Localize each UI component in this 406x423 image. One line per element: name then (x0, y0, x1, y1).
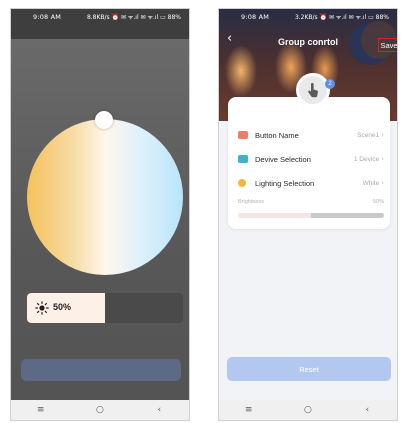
brightness-slider-fill (238, 213, 311, 218)
status-indicators: 3.2KB/s ⏰ ✉ ᯤ.ıl ✉ ᯤ.ıl ▭ 88% (294, 14, 389, 21)
right-navigation-bar: ≡ ○ ‹ (219, 400, 397, 420)
save-button[interactable]: Save (378, 38, 397, 52)
home-icon[interactable]: ○ (293, 405, 323, 415)
sun-icon (35, 301, 49, 315)
left-navigation-bar: ≡ ○ ‹ (11, 400, 189, 420)
row-value: Scene1 (357, 131, 380, 139)
left-phone-screen: 9:08 AM 8.8KB/s ⏰ ✉ ᯤ.ıl ✉ ᯤ.ıl ▭ 88% 50… (10, 8, 190, 421)
back-nav-icon[interactable]: ‹ (352, 405, 382, 415)
row-label: Devive Selection (255, 154, 311, 164)
status-indicators: 8.8KB/s ⏰ ✉ ᯤ.ıl ✉ ᯤ.ıl ▭ 88% (86, 14, 181, 21)
brightness-percent: 50% (53, 302, 72, 312)
settings-card: Button Name Scene1 › Devive Selection 1 … (228, 97, 390, 229)
right-status-bar: 9:08 AM 3.2KB/s ⏰ ✉ ᯤ.ıl ✉ ᯤ.ıl ▭ 88% (219, 9, 397, 25)
chevron-right-icon: › (381, 179, 384, 187)
brightness-row: Brightness 50% (238, 199, 384, 205)
page-title: Group conrtol (278, 37, 338, 47)
brightness-label: Brightness (238, 199, 264, 205)
device-icon (238, 155, 248, 163)
brightness-slider[interactable]: 50% (27, 293, 183, 323)
row-label: Lighting Selection (255, 178, 315, 188)
row-value: 1 Device (353, 155, 380, 163)
right-phone-screen: 9:08 AM 3.2KB/s ⏰ ✉ ᯤ.ıl ✉ ᯤ.ıl ▭ 88% ‹ … (218, 8, 398, 421)
bulb-icon (238, 179, 246, 187)
color-wheel-knob[interactable] (95, 111, 113, 129)
brightness-value: 50% (372, 199, 384, 205)
menu-icon[interactable]: ≡ (26, 405, 56, 415)
back-nav-icon[interactable]: ‹ (144, 405, 174, 415)
row-button-name[interactable]: Button Name Scene1 › (238, 127, 384, 143)
row-lighting-selection[interactable]: Lighting Selection White › (238, 175, 384, 191)
group-control-icon[interactable] (296, 73, 330, 107)
hand-tap-icon (308, 82, 318, 98)
left-status-bar: 9:08 AM 8.8KB/s ⏰ ✉ ᯤ.ıl ✉ ᯤ.ıl ▭ 88% (11, 9, 189, 25)
dimmed-confirm-button[interactable] (21, 359, 181, 381)
device-count-badge: 2 (325, 79, 335, 89)
row-device-selection[interactable]: Devive Selection 1 Device › (238, 151, 384, 167)
status-time: 9:08 AM (33, 13, 62, 21)
reset-button[interactable]: Reset (227, 357, 391, 381)
menu-icon[interactable]: ≡ (234, 405, 264, 415)
chevron-right-icon: › (381, 131, 384, 139)
row-label: Button Name (255, 130, 299, 140)
row-value: White (362, 179, 380, 187)
button-icon (238, 131, 248, 139)
home-icon[interactable]: ○ (85, 405, 115, 415)
color-temperature-wheel[interactable] (27, 119, 183, 275)
brightness-slider[interactable] (238, 213, 384, 218)
chevron-right-icon: › (381, 155, 384, 163)
status-time: 9:08 AM (241, 13, 270, 21)
